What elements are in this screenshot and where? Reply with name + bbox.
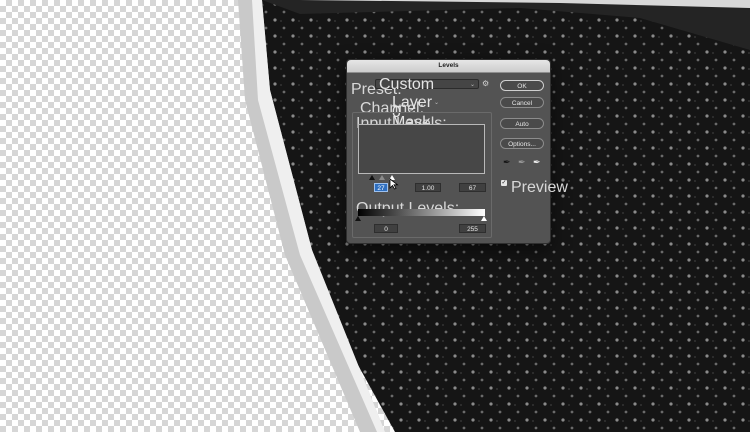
output-black-slider[interactable]: [355, 216, 361, 221]
cursor-icon: [389, 178, 399, 190]
input-gamma-slider[interactable]: [379, 175, 385, 180]
preset-value: Custom: [379, 76, 435, 93]
chevron-down-icon: ⌄: [433, 100, 439, 106]
output-white-field[interactable]: 255: [459, 224, 486, 233]
eyedropper-black-icon[interactable]: ✒: [503, 158, 511, 167]
input-white-field[interactable]: 67: [459, 183, 486, 192]
output-gradient: [358, 209, 485, 216]
eyedropper-white-icon[interactable]: ✒: [533, 158, 541, 167]
ok-button[interactable]: OK: [500, 80, 544, 91]
input-black-slider[interactable]: [369, 175, 375, 180]
input-histogram: [358, 124, 485, 174]
eyedropper-gray-icon[interactable]: ✒: [518, 158, 526, 167]
gear-icon[interactable]: ⚙: [482, 79, 489, 88]
chevron-down-icon: ⌄: [469, 82, 475, 88]
preview-label: Preview: [511, 179, 568, 196]
dialog-title: Levels: [347, 60, 550, 73]
channel-select[interactable]: Layer 0 Mask ⌄: [389, 95, 439, 131]
auto-button[interactable]: Auto: [500, 118, 544, 129]
output-white-slider[interactable]: [481, 216, 487, 221]
input-gamma-field[interactable]: 1.00: [415, 183, 441, 192]
output-black-field[interactable]: 0: [374, 224, 398, 233]
options-button[interactable]: Options...: [500, 138, 544, 149]
input-black-field[interactable]: 27: [374, 183, 388, 192]
cancel-button[interactable]: Cancel: [500, 97, 544, 108]
preview-checkbox[interactable]: ✓: [501, 180, 507, 186]
preset-select[interactable]: Custom ⌄: [375, 77, 479, 93]
